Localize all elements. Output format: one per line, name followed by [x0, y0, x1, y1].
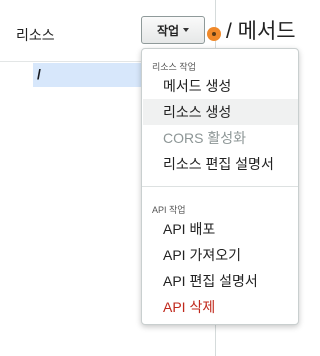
menu-item-enable-cors: CORS 활성화 — [163, 130, 246, 146]
actions-button-label: 작업 — [156, 23, 180, 38]
menu-item-edit-api-docs[interactable]: API 편집 설명서 — [143, 268, 298, 294]
menu-item-edit-resource-docs[interactable]: 리소스 편집 설명서 — [143, 151, 298, 177]
caret-down-icon — [183, 28, 190, 32]
resources-title: 리소스 — [16, 27, 55, 43]
menu-divider — [142, 186, 298, 187]
actions-button[interactable]: 작업 — [141, 16, 205, 44]
status-dot-icon — [207, 27, 221, 41]
menu-group-header-api: API 작업 — [152, 205, 186, 215]
resource-path-label: / — [37, 66, 41, 82]
menu-item-create-method[interactable]: 메서드 생성 — [143, 73, 298, 99]
method-title: / 메서드 — [226, 20, 296, 43]
menu-item-create-resource[interactable]: 리소스 생성 — [143, 99, 298, 125]
menu-item-delete-api[interactable]: API 삭제 — [143, 294, 298, 320]
menu-item-deploy-api[interactable]: API 배포 — [143, 216, 298, 242]
menu-item-import-api[interactable]: API 가져오기 — [143, 242, 298, 268]
actions-dropdown-menu: 리소스 작업 메서드 생성 리소스 생성 CORS 활성화 리소스 편집 설명서… — [141, 48, 299, 325]
menu-group-header-resource: 리소스 작업 — [152, 62, 196, 72]
